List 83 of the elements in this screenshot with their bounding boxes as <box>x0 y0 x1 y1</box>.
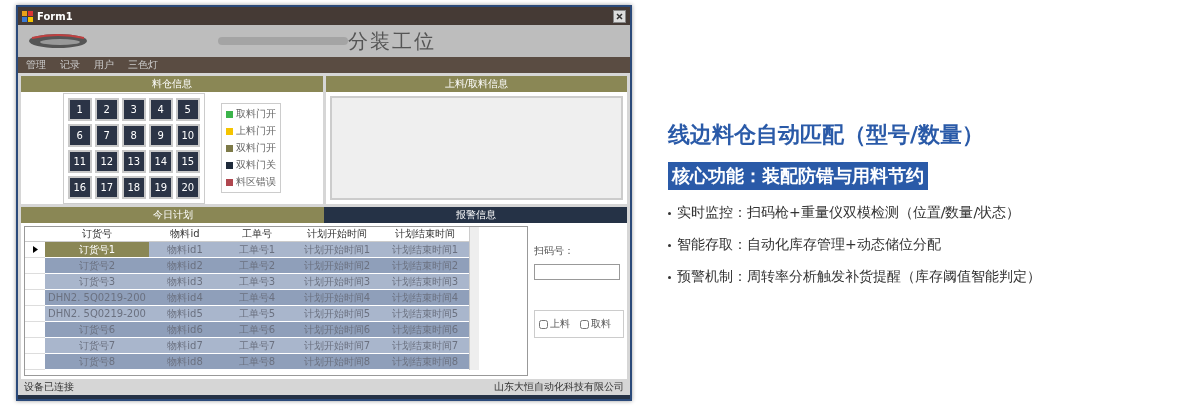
table-cell: 物料id3 <box>149 274 221 290</box>
table-cell: DHN2. 5Q0219-200 <box>45 290 149 306</box>
bin-tile: 13 <box>121 149 146 173</box>
legend-label: 取料门开 <box>235 107 276 121</box>
checkbox[interactable] <box>580 319 589 329</box>
bin-tile: 1 <box>67 97 92 121</box>
table-cell: 计划开始时间1 <box>293 242 381 258</box>
feature-banner: 核心功能：装配防错与用料节约 <box>668 162 928 190</box>
table-cell: 计划结束时间1 <box>381 242 469 258</box>
column-header: 订货号 <box>45 227 149 242</box>
table-cell: 工单号5 <box>221 306 293 322</box>
panel-header: 料仓信息 <box>21 76 323 92</box>
close-icon <box>616 12 623 20</box>
table-cell: 物料id5 <box>149 306 221 322</box>
scan-label: 扫码号： <box>534 244 575 258</box>
window-title: Form1 <box>37 10 74 22</box>
bin-tile: 4 <box>148 97 173 121</box>
scrollbar[interactable] <box>469 227 479 370</box>
table-cell: 计划结束时间5 <box>381 306 469 322</box>
legend-label: 料区错误 <box>235 175 276 189</box>
app-title: 分装工位 <box>348 27 436 55</box>
checkbox-label: 上料 <box>550 317 570 331</box>
row-pointer-icon <box>32 246 38 253</box>
bin-tile: 8 <box>121 123 146 147</box>
table-cell: 订货号7 <box>45 338 149 354</box>
bin-tile: 5 <box>175 97 200 121</box>
menu-item[interactable]: 三色灯 <box>128 58 158 72</box>
table-cell: 计划开始时间3 <box>293 274 381 290</box>
table-cell: 计划开始时间5 <box>293 306 381 322</box>
company-name: 山东大恒自动化科技有限公司 <box>494 380 624 394</box>
column-header: 物料id <box>149 227 221 242</box>
bin-tile: 3 <box>121 97 146 121</box>
legend-label: 双料门关 <box>235 158 276 172</box>
table-cell: 计划开始时间7 <box>293 338 381 354</box>
bin-tile: 20 <box>175 175 200 199</box>
bin-tile: 9 <box>148 123 173 147</box>
bin-tile: 18 <box>121 175 146 199</box>
bin-tile: 6 <box>67 123 92 147</box>
menu-item[interactable]: 管理 <box>26 58 46 72</box>
bin-tile: 15 <box>175 149 200 173</box>
column-header: 工单号 <box>221 227 293 242</box>
checkbox-label: 取料 <box>591 317 611 331</box>
logo-icon <box>28 32 88 50</box>
scan-field[interactable] <box>534 264 620 280</box>
menu-item[interactable]: 用户 <box>94 58 114 72</box>
status-text: 设备已连接 <box>24 380 74 394</box>
table-cell: 订货号3 <box>45 274 149 290</box>
table-cell: 计划结束时间3 <box>381 274 469 290</box>
legend-label: 上料门开 <box>235 124 276 138</box>
table-cell: 物料id1 <box>149 242 221 258</box>
column-header: 计划结束时间 <box>381 227 469 242</box>
close-button[interactable] <box>613 9 626 23</box>
bullet-text: 智能存取：自动化库存管理+动态储位分配 <box>677 236 941 254</box>
bin-tile: 12 <box>94 149 119 173</box>
bin-tile: 14 <box>148 149 173 173</box>
app-icon <box>22 10 33 22</box>
bin-tile: 10 <box>175 123 200 147</box>
feature-title: 线边料仓自动匹配（型号/数量） <box>668 121 985 149</box>
tab[interactable]: 今日计划 <box>21 207 324 223</box>
table-cell: 计划结束时间7 <box>381 338 469 354</box>
menu-item[interactable]: 记录 <box>60 58 80 72</box>
table-cell: 工单号1 <box>221 242 293 258</box>
column-header: 计划开始时间 <box>293 227 381 242</box>
bin-tile: 19 <box>148 175 173 199</box>
table-cell: DHN2. 5Q0219-200 <box>45 306 149 322</box>
bullet-icon <box>668 275 671 279</box>
bullet-text: 实时监控：扫码枪+重量仪双模检测（位置/数量/状态） <box>677 204 1021 222</box>
bullet-icon <box>668 211 671 215</box>
table-cell: 工单号3 <box>221 274 293 290</box>
bin-tile: 7 <box>94 123 119 147</box>
bullet-text: 预警机制：周转率分析触发补货提醒（库存阈值智能判定） <box>677 268 1041 286</box>
table-cell: 订货号1 <box>45 242 149 258</box>
panel-header: 上料/取料信息 <box>325 76 627 92</box>
bin-tile: 11 <box>67 149 92 173</box>
tab[interactable]: 报警信息 <box>324 207 627 223</box>
legend-label: 双料门开 <box>235 141 276 155</box>
bin-tile: 2 <box>94 97 119 121</box>
bullet-icon <box>668 243 671 247</box>
bin-tile: 16 <box>67 175 92 199</box>
table-cell: 工单号7 <box>221 338 293 354</box>
checkbox[interactable] <box>539 319 548 329</box>
table-cell: 物料id7 <box>149 338 221 354</box>
bin-tile: 17 <box>94 175 119 199</box>
